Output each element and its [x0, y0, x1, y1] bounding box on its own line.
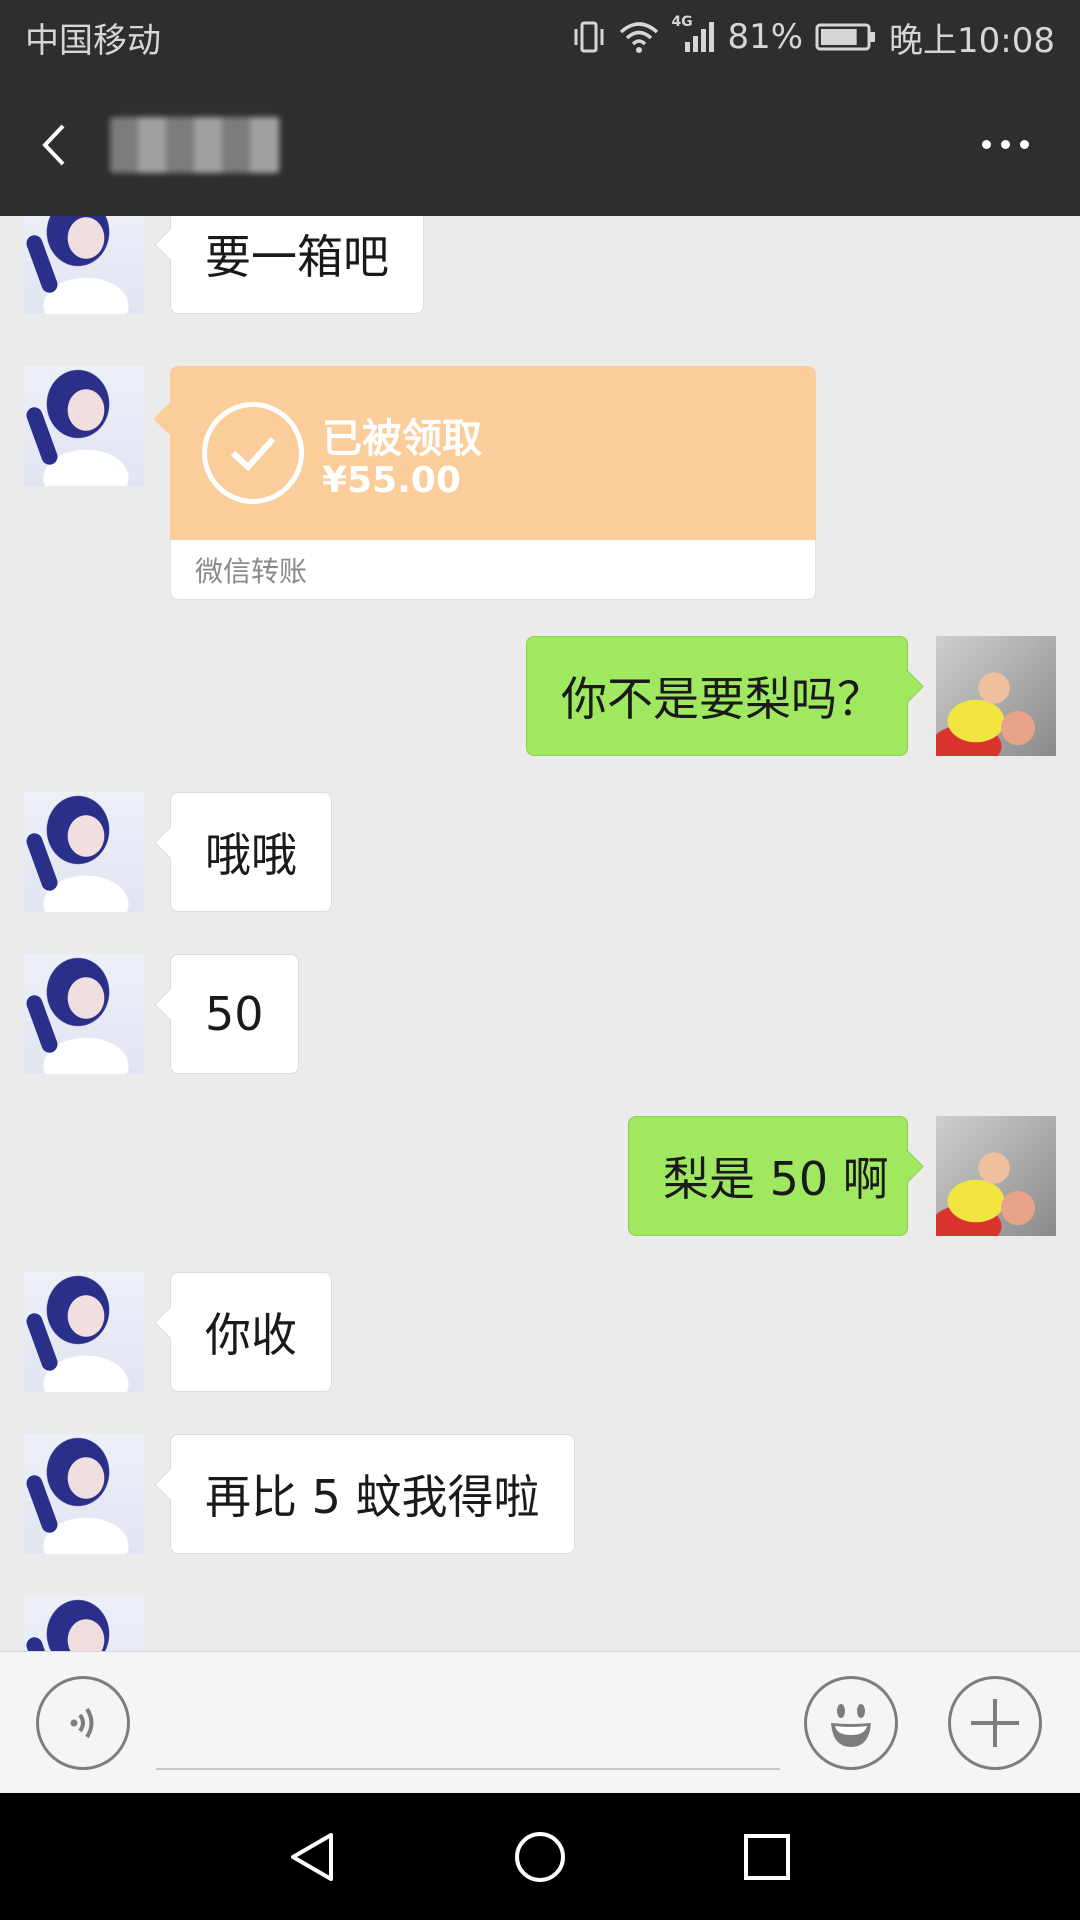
contact-avatar[interactable]	[24, 216, 144, 314]
more-dots-icon	[981, 139, 991, 149]
transfer-card[interactable]: 已被领取 ¥55.00 微信转账	[170, 366, 816, 600]
my-avatar[interactable]	[936, 1116, 1056, 1236]
message-list[interactable]: 要一箱吧 已被领取 ¥55.00 微信转账 你不是要梨吗？ 哦哦 50 梨是 5…	[0, 216, 1080, 1651]
contact-avatar[interactable]	[24, 1434, 144, 1554]
back-arrow-icon	[42, 124, 65, 166]
wifi-icon	[619, 20, 659, 54]
nav-back-button[interactable]	[268, 1812, 358, 1902]
input-bar	[0, 1651, 1080, 1793]
message-bubble-received[interactable]: 50	[170, 954, 299, 1074]
contact-avatar[interactable]	[24, 366, 144, 486]
transfer-label: 微信转账	[170, 540, 816, 600]
nav-home-icon	[514, 1831, 565, 1882]
signal-icon: 4G	[671, 14, 715, 54]
message-bubble-received[interactable]: 你收	[170, 1272, 332, 1392]
voice-button[interactable]	[36, 1676, 130, 1770]
emoji-button[interactable]	[804, 1676, 898, 1770]
nav-back-icon	[291, 1832, 334, 1881]
system-nav-bar	[0, 1793, 1080, 1920]
nav-recent-icon	[743, 1833, 790, 1880]
plus-icon	[971, 1699, 1019, 1747]
message-bubble-received[interactable]: 再比 5 蚊我得啦	[170, 1434, 575, 1554]
network-label: 4G	[671, 14, 693, 30]
transfer-status: 已被领取	[322, 416, 482, 462]
carrier-label: 中国移动	[25, 20, 161, 61]
message-bubble-sent[interactable]: 你不是要梨吗？	[526, 636, 908, 756]
battery-icon	[815, 22, 877, 52]
message-bubble-received[interactable]: 哦哦	[170, 792, 332, 912]
contact-avatar[interactable]	[24, 954, 144, 1074]
contact-avatar[interactable]	[24, 792, 144, 912]
transfer-amount: ¥55.00	[322, 460, 461, 501]
nav-recent-button[interactable]	[722, 1812, 812, 1902]
chat-header	[0, 74, 1080, 216]
more-button[interactable]	[965, 114, 1045, 174]
check-circle-icon	[202, 402, 304, 504]
contact-avatar[interactable]	[24, 1596, 144, 1651]
back-button[interactable]	[0, 74, 110, 216]
message-input[interactable]	[156, 1676, 780, 1770]
battery-percent: 81%	[727, 17, 804, 57]
vibrate-icon	[571, 19, 607, 55]
more-functions-button[interactable]	[948, 1676, 1042, 1770]
message-bubble-sent[interactable]: 梨是 50 啊	[628, 1116, 908, 1236]
nav-home-button[interactable]	[495, 1812, 585, 1902]
voice-icon	[70, 1707, 94, 1739]
clock: 晚上10:08	[889, 20, 1055, 61]
status-bar: 中国移动 4G 81% 晚上10:08	[0, 0, 1080, 74]
chat-title	[110, 117, 280, 173]
contact-avatar[interactable]	[24, 1272, 144, 1392]
emoji-icon	[831, 1704, 871, 1747]
status-right: 4G 81% 晚上10:08	[571, 13, 1055, 62]
my-avatar[interactable]	[936, 636, 1056, 756]
transfer-card-top: 已被领取 ¥55.00	[170, 366, 816, 540]
message-bubble-received[interactable]: 要一箱吧	[170, 216, 424, 314]
